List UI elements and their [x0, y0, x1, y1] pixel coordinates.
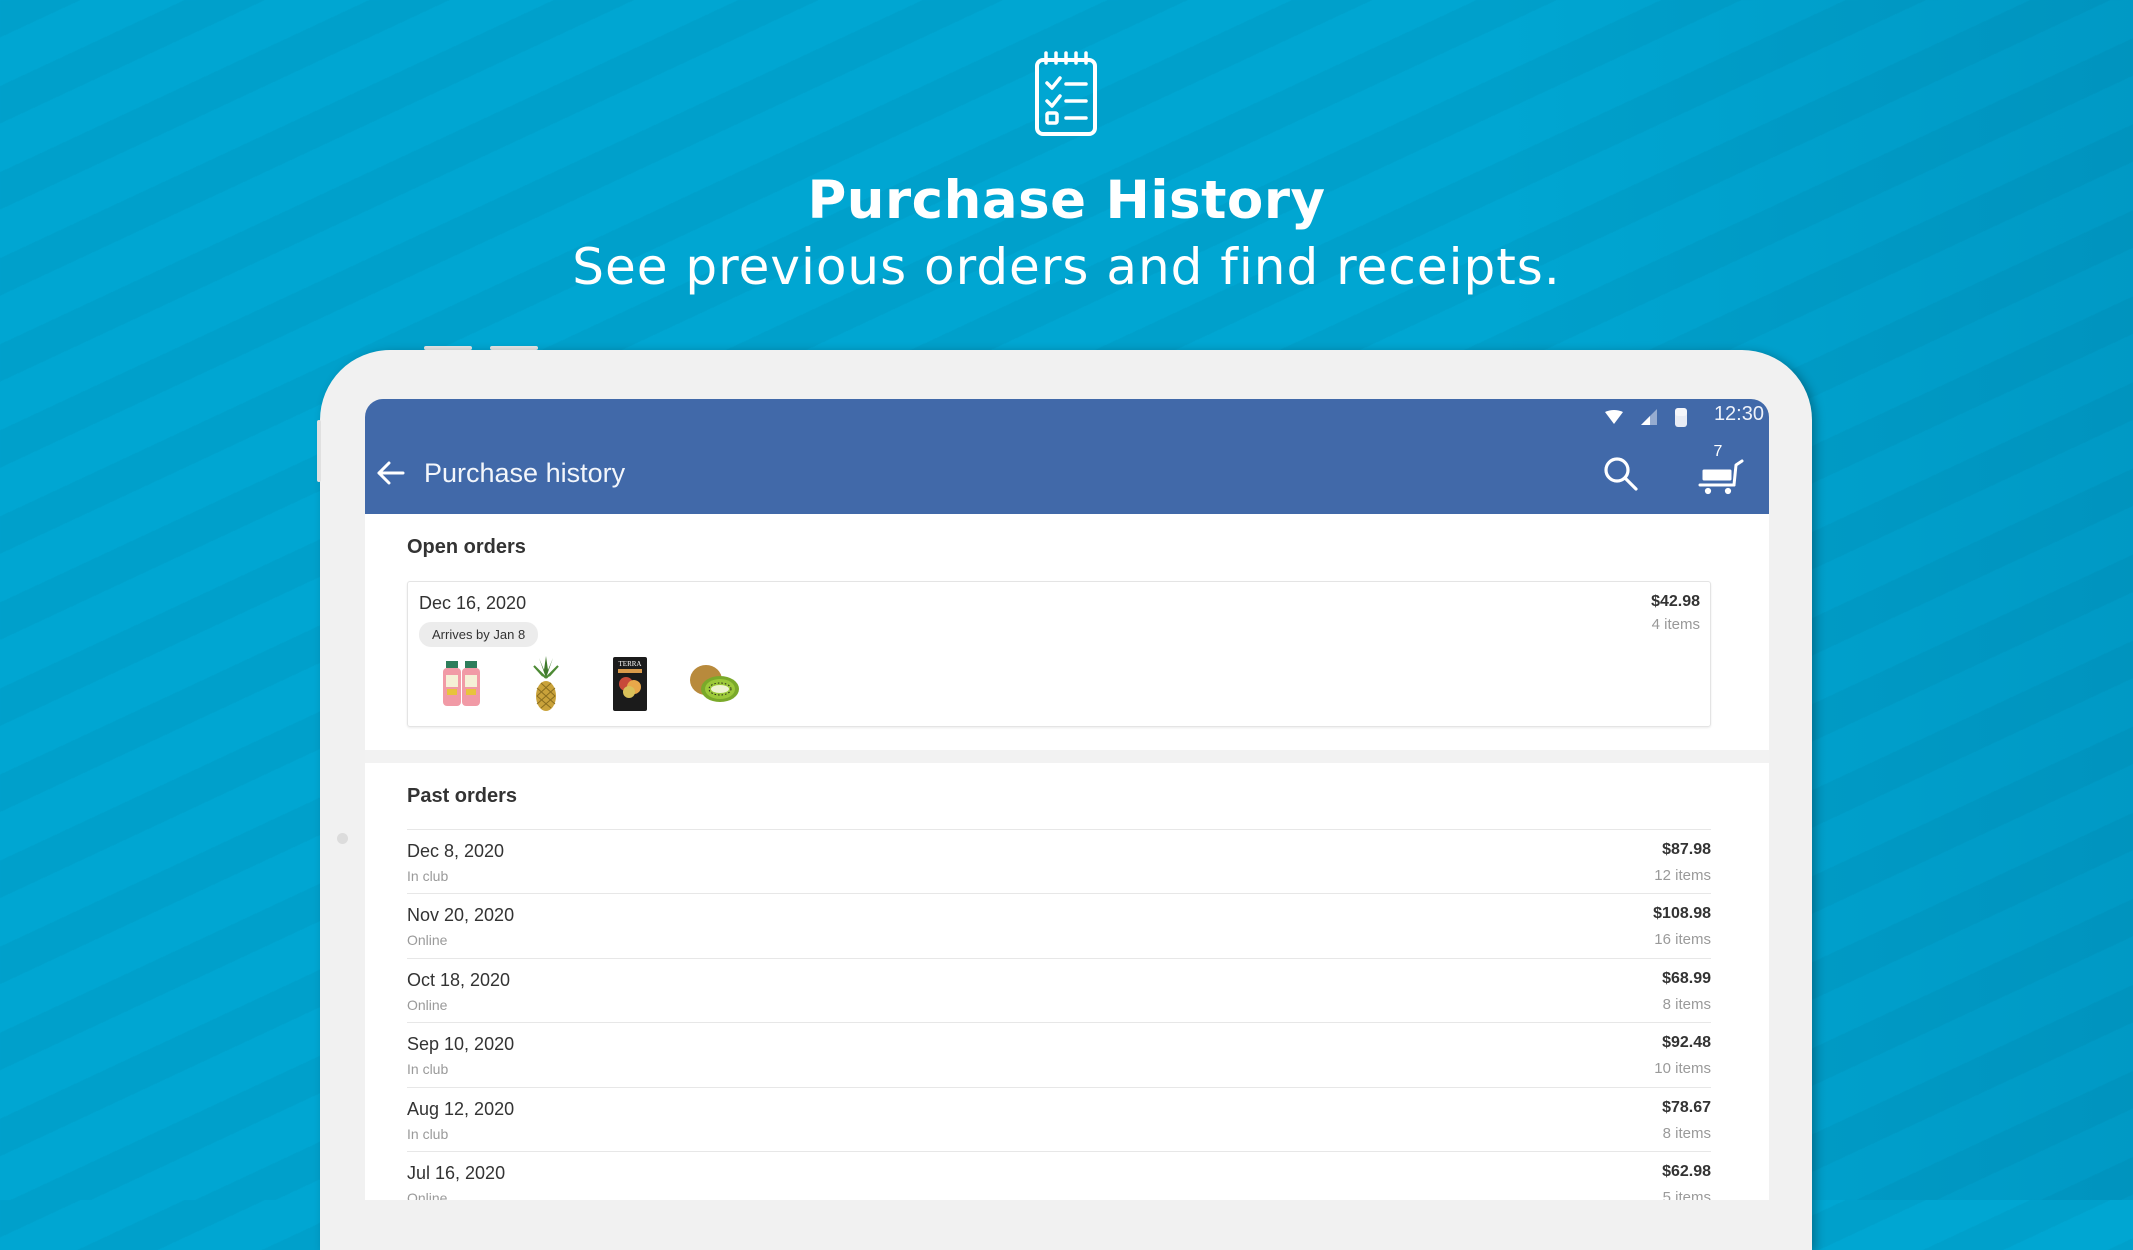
- order-date: Dec 8, 2020: [407, 841, 505, 861]
- arrival-badge: Arrives by Jan 8: [419, 622, 539, 647]
- svg-text:TERRA: TERRA: [619, 660, 642, 668]
- order-item-count: 10 items: [1654, 1060, 1711, 1077]
- hero-subtitle: See previous orders and find receipts.: [572, 238, 1561, 296]
- past-order-row[interactable]: Aug 12, 2020 In club $78.67 8 items: [407, 1087, 1711, 1152]
- order-total: $92.48: [1662, 1034, 1711, 1051]
- open-orders-heading: Open orders: [407, 536, 526, 558]
- app-bar: 12:30 Purchase history 7: [365, 399, 1769, 514]
- order-total: $42.98: [1651, 593, 1700, 610]
- lemonade-bottles-image: [443, 661, 480, 706]
- arrow-left-icon: [377, 461, 405, 485]
- tablet-camera: [337, 833, 348, 844]
- order-channel: Online: [407, 1190, 448, 1200]
- order-date: Nov 20, 2020: [407, 905, 515, 925]
- order-date: Jul 16, 2020: [407, 1163, 506, 1183]
- terra-chips-image: TERRA: [613, 657, 647, 711]
- order-item-count: 4 items: [1651, 616, 1700, 633]
- cart-icon: [1698, 459, 1744, 495]
- cart-count-badge: 7: [1713, 443, 1723, 460]
- battery-icon: [1675, 408, 1687, 427]
- order-total: $108.98: [1653, 905, 1711, 922]
- hero-title: Purchase History: [807, 170, 1326, 231]
- past-order-row[interactable]: Dec 8, 2020 In club $87.98 12 items: [407, 829, 1711, 894]
- product-thumbnail: [504, 652, 588, 716]
- order-item-count: 8 items: [1662, 996, 1711, 1013]
- product-thumbnail: TERRA: [588, 652, 672, 716]
- back-button[interactable]: [375, 458, 407, 488]
- order-channel: In club: [407, 1061, 449, 1077]
- order-item-count: 16 items: [1654, 931, 1711, 948]
- order-total: $87.98: [1662, 841, 1711, 858]
- past-orders-heading: Past orders: [407, 785, 518, 807]
- cellular-signal-icon: [1641, 409, 1657, 425]
- wifi-icon: [1605, 410, 1623, 424]
- checklist-notepad-icon: [1035, 51, 1097, 136]
- order-item-count: 8 items: [1662, 1125, 1711, 1142]
- order-channel: In club: [407, 868, 449, 884]
- pineapple-image: [533, 656, 559, 711]
- order-channel: Online: [407, 932, 448, 948]
- app-screen: 12:30 Purchase history 7 Open orders Dec: [365, 399, 1769, 1200]
- past-order-row[interactable]: Oct 18, 2020 Online $68.99 8 items: [407, 958, 1711, 1023]
- order-item-count: 12 items: [1654, 867, 1711, 884]
- section-divider: [365, 750, 1769, 763]
- order-date: Oct 18, 2020: [407, 970, 511, 990]
- past-order-row[interactable]: Nov 20, 2020 Online $108.98 16 items: [407, 893, 1711, 958]
- status-time: 12:30: [1713, 403, 1764, 425]
- order-date: Dec 16, 2020: [419, 593, 527, 613]
- search-button[interactable]: [1602, 455, 1640, 493]
- page-title: Purchase history: [424, 458, 626, 488]
- order-total: $78.67: [1662, 1099, 1711, 1116]
- order-channel: Online: [407, 997, 448, 1013]
- kiwi-image: [690, 665, 739, 702]
- status-icons: [1605, 407, 1687, 427]
- order-total: $68.99: [1662, 970, 1711, 987]
- open-order-card[interactable]: Dec 16, 2020 Arrives by Jan 8 $42.98 4 i…: [407, 581, 1711, 727]
- order-date: Aug 12, 2020: [407, 1099, 515, 1119]
- product-thumbnail: [420, 652, 504, 716]
- order-date: Sep 10, 2020: [407, 1034, 515, 1054]
- order-channel: In club: [407, 1126, 449, 1142]
- search-icon: [1604, 457, 1638, 491]
- tablet-side-button: [317, 420, 321, 482]
- past-order-row[interactable]: Sep 10, 2020 In club $92.48 10 items: [407, 1022, 1711, 1087]
- past-order-row[interactable]: Jul 16, 2020 Online $62.98 5 items: [407, 1151, 1711, 1200]
- order-item-count: 5 items: [1662, 1189, 1711, 1200]
- order-total: $62.98: [1662, 1163, 1711, 1180]
- order-thumbnails: TERRA: [420, 652, 756, 716]
- product-thumbnail: [672, 652, 756, 716]
